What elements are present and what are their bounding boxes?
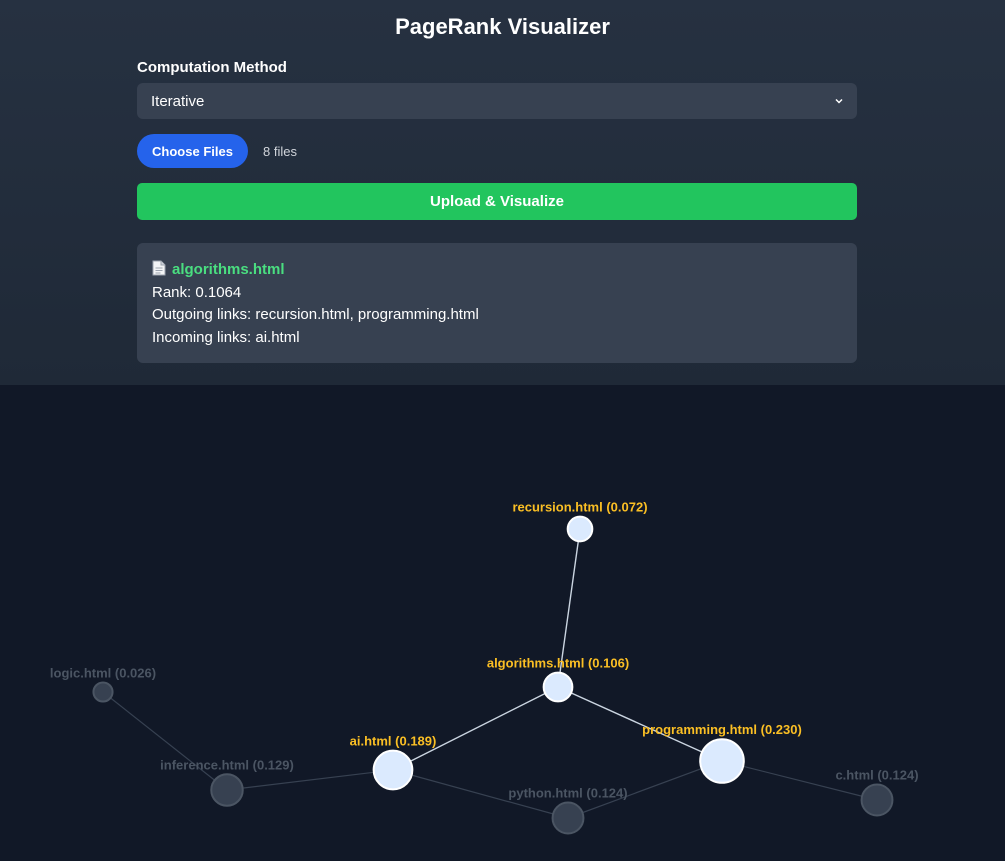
graph-node-python[interactable] bbox=[551, 801, 585, 835]
node-info-card: algorithms.html Rank: 0.1064 Outgoing li… bbox=[137, 243, 857, 363]
document-icon bbox=[152, 260, 166, 276]
upload-visualize-button[interactable]: Upload & Visualize bbox=[137, 183, 857, 220]
info-title-row: algorithms.html bbox=[152, 259, 842, 282]
info-outgoing-links: Outgoing links: recursion.html, programm… bbox=[152, 306, 479, 323]
graph-node-label-algorithms: algorithms.html (0.106) bbox=[487, 656, 629, 671]
graph-node-logic[interactable] bbox=[92, 681, 114, 703]
file-count: 8 files bbox=[263, 144, 297, 159]
graph-node-label-inference: inference.html (0.129) bbox=[160, 757, 294, 772]
graph-node-label-programming: programming.html (0.230) bbox=[642, 722, 802, 737]
info-filename: algorithms.html bbox=[172, 261, 285, 278]
graph-node-label-python: python.html (0.124) bbox=[508, 786, 627, 801]
graph-node-inference[interactable] bbox=[210, 773, 244, 807]
graph-node-ai[interactable] bbox=[372, 749, 414, 791]
graph-node-algorithms[interactable] bbox=[542, 671, 574, 703]
method-label: Computation Method bbox=[137, 59, 287, 76]
chevron-down-icon bbox=[835, 98, 843, 104]
info-incoming-links: Incoming links: ai.html bbox=[152, 328, 300, 346]
graph-node-label-recursion: recursion.html (0.072) bbox=[512, 500, 647, 515]
graph-node-programming[interactable] bbox=[699, 738, 745, 784]
choose-files-button[interactable]: Choose Files bbox=[137, 134, 248, 168]
graph-node-label-ai: ai.html (0.189) bbox=[350, 734, 437, 749]
graph-node-recursion[interactable] bbox=[566, 515, 594, 543]
method-select[interactable]: Iterative bbox=[137, 83, 857, 119]
method-select-value: Iterative bbox=[151, 92, 205, 110]
graph-node-label-c: c.html (0.124) bbox=[835, 768, 918, 783]
graph-edge-ai-algorithms bbox=[392, 686, 559, 771]
info-rank: Rank: 0.1064 bbox=[152, 283, 242, 301]
graph-edge-logic-inference bbox=[102, 691, 228, 791]
control-panel: PageRank Visualizer Computation Method I… bbox=[0, 0, 1005, 385]
page-title: PageRank Visualizer bbox=[395, 14, 610, 39]
pagerank-graph[interactable]: recursion.html (0.072) algorithms.html (0… bbox=[0, 385, 1005, 861]
graph-edge-inference-ai bbox=[226, 769, 394, 791]
graph-node-label-logic: logic.html (0.026) bbox=[50, 665, 156, 680]
graph-node-c[interactable] bbox=[860, 783, 894, 817]
